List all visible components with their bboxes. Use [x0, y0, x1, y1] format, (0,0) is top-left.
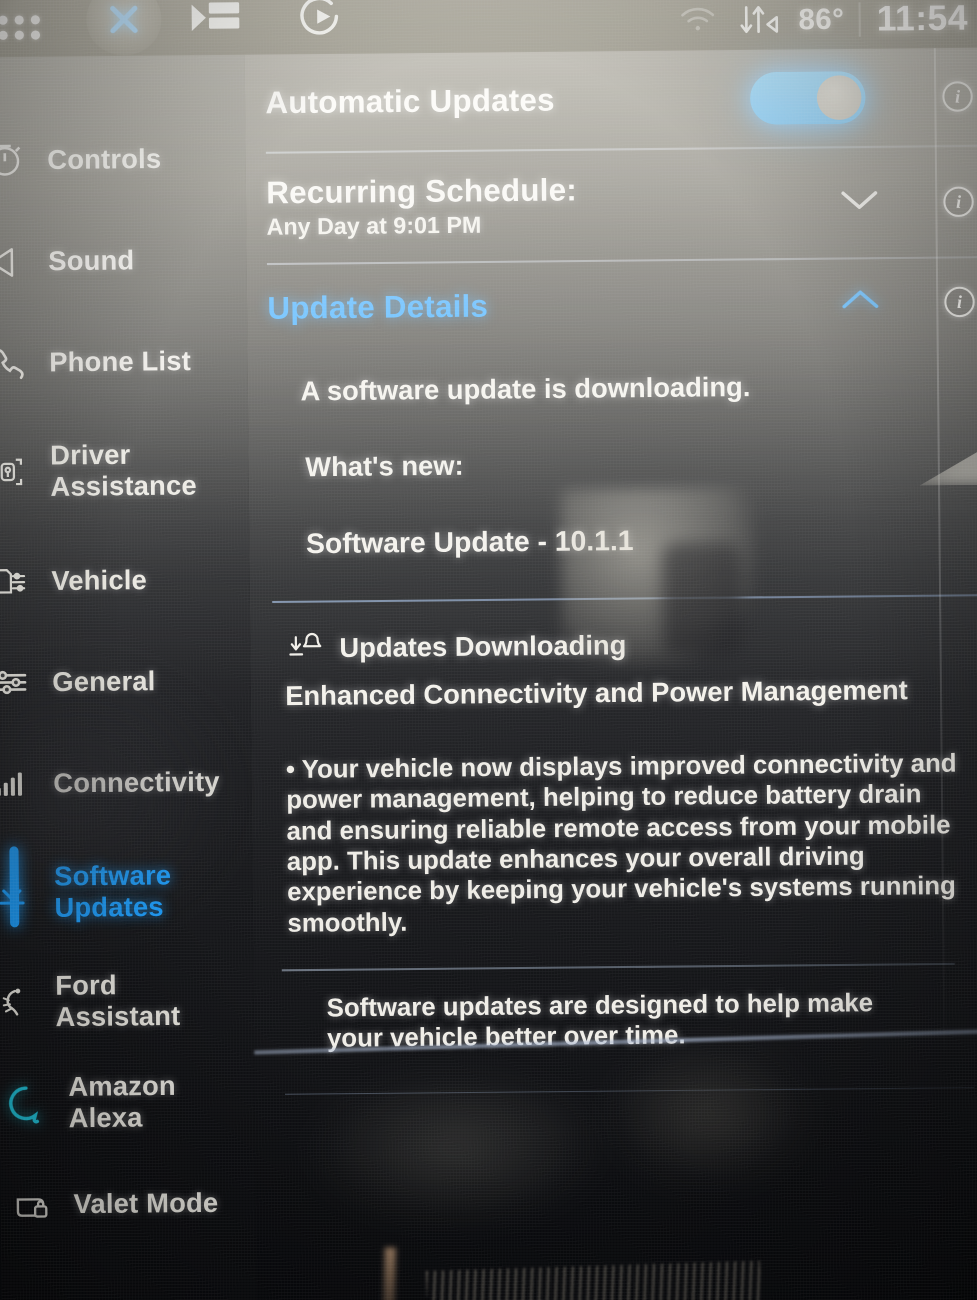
ford-assistant-icon	[0, 980, 37, 1025]
play-circle-icon[interactable]	[297, 0, 346, 48]
sidebar-item-label: Valet Mode	[73, 1187, 219, 1219]
sidebar-item-driver-assistance[interactable]: Driver Assistance	[0, 411, 249, 531]
update-description-text: • Your vehicle now displays improved con…	[285, 749, 957, 938]
apps-grid-icon[interactable]	[0, 10, 42, 45]
valet-lock-icon	[7, 1182, 56, 1227]
download-notification-icon	[289, 629, 326, 669]
sidebar-item-label: Controls	[47, 143, 162, 175]
sidebar-item-label: Sound	[48, 244, 135, 276]
sidebar-item-software-updates[interactable]: Software Updates	[0, 832, 253, 952]
sidebar: Controls Sound Phone List Driver Assista…	[0, 54, 257, 1300]
updates-downloading-title: Updates Downloading	[339, 630, 627, 664]
updates-downloading-header: Updates Downloading	[289, 623, 977, 669]
info-icon[interactable]: i	[944, 286, 975, 318]
toggle-knob	[816, 75, 862, 121]
status-separator	[858, 2, 861, 37]
recurring-schedule-title: Recurring Schedule:	[266, 171, 578, 211]
sidebar-item-controls[interactable]: Controls	[0, 107, 246, 211]
close-x-icon[interactable]	[86, 0, 162, 58]
update-feature-title: Enhanced Connectivity and Power Manageme…	[285, 674, 908, 712]
sidebar-item-valet-mode[interactable]: Valet Mode	[0, 1152, 256, 1256]
chevron-up-icon[interactable]	[839, 287, 882, 319]
phone-icon	[0, 340, 31, 385]
automatic-updates-toggle[interactable]	[749, 71, 866, 125]
whats-new-label: What's new:	[305, 450, 464, 483]
infotainment-screen-photo: Controls Sound Phone List Driver Assista…	[0, 0, 977, 1300]
wifi-icon	[679, 5, 716, 39]
sidebar-item-label: Driver Assistance	[50, 439, 197, 502]
sliders-icon	[0, 660, 34, 705]
sidebar-item-sound[interactable]: Sound	[0, 209, 247, 313]
sidebar-item-label: Amazon Alexa	[68, 1070, 177, 1134]
sound-icon	[0, 239, 30, 284]
vehicle-icon	[0, 559, 33, 604]
recurring-schedule-value: Any Day at 9:01 PM	[266, 211, 482, 241]
recurring-schedule-row[interactable]: Recurring Schedule: Any Day at 9:01 PM i	[246, 147, 977, 263]
sidebar-item-ford-assistant[interactable]: Ford Assistant	[0, 949, 254, 1053]
automatic-updates-row[interactable]: Automatic Updates i	[245, 48, 977, 152]
controls-icon	[0, 138, 29, 183]
temperature-display: 86°	[798, 2, 845, 36]
chevron-down-icon[interactable]	[838, 187, 881, 219]
sidebar-item-amazon-alexa[interactable]: Amazon Alexa	[0, 1051, 255, 1155]
driver-assist-icon	[0, 449, 32, 494]
update-status-text: A software update is downloading.	[300, 371, 751, 407]
clock-display: 11:54	[876, 0, 969, 39]
update-details-body: A software update is downloading. What's…	[248, 345, 977, 561]
info-icon[interactable]: i	[942, 81, 973, 112]
divider	[285, 1086, 975, 1096]
data-transfer-icon	[738, 3, 783, 38]
automatic-updates-label: Automatic Updates	[265, 82, 555, 121]
sidebar-item-general[interactable]: General	[0, 630, 251, 734]
sidebar-item-phone-list[interactable]: Phone List	[0, 310, 248, 414]
sidebar-item-label: Phone List	[49, 345, 192, 378]
signal-bars-icon	[0, 761, 35, 806]
sidebar-item-label: General	[52, 665, 156, 697]
divider	[281, 962, 955, 971]
update-details-row[interactable]: Update Details i	[247, 258, 977, 352]
update-footer-text: Software updates are designed to help ma…	[326, 988, 874, 1054]
media-cast-icon[interactable]	[187, 0, 242, 46]
alexa-icon	[2, 1081, 51, 1126]
sidebar-item-label: Vehicle	[51, 564, 148, 596]
update-version-text: Software Update - 10.1.1	[305, 524, 634, 560]
sidebar-item-label: Connectivity	[53, 766, 220, 799]
status-bar: 86° 11:54	[0, 0, 977, 58]
divider	[272, 594, 977, 604]
sidebar-item-label: Ford Assistant	[55, 970, 181, 1033]
update-details-label: Update Details	[267, 288, 489, 326]
main-content: Automatic Updates i Recurring Schedule: …	[244, 47, 977, 1300]
sidebar-item-vehicle[interactable]: Vehicle	[0, 528, 250, 632]
sidebar-item-label: Software Updates	[54, 860, 172, 923]
sidebar-item-connectivity[interactable]: Connectivity	[0, 731, 252, 835]
info-icon[interactable]: i	[943, 186, 974, 218]
download-icon	[0, 870, 36, 915]
